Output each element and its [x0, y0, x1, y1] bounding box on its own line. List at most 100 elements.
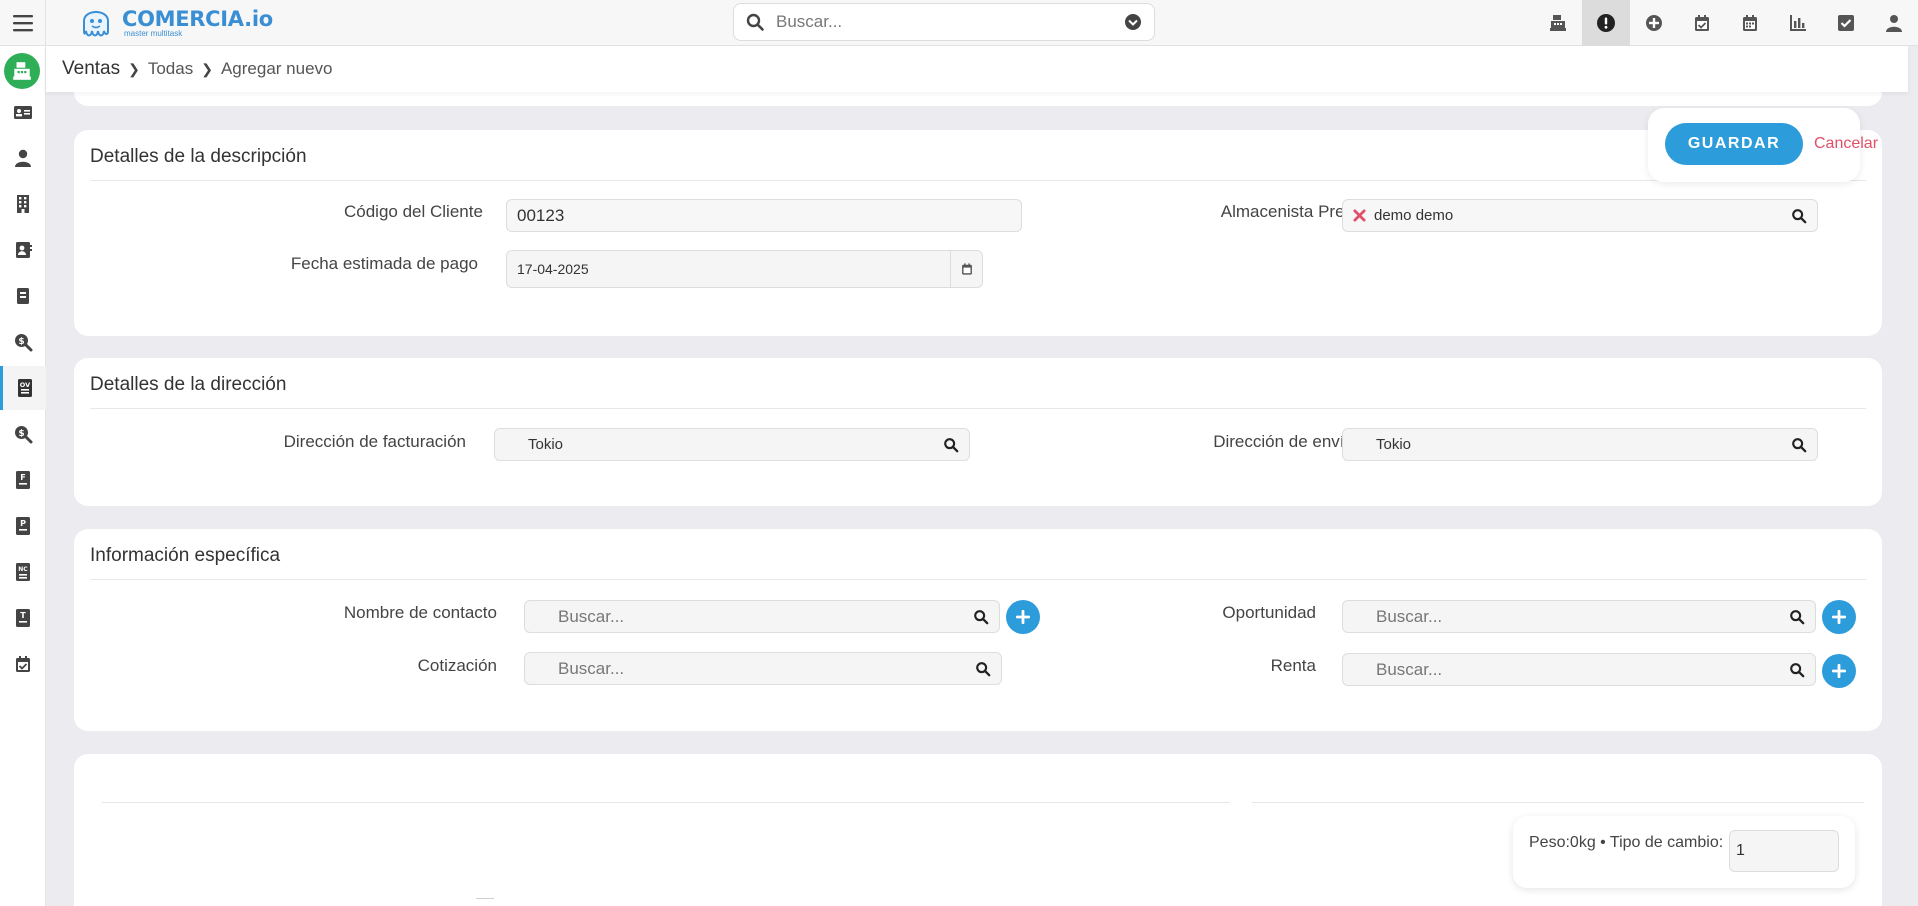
sidebar-item-users[interactable]: [0, 136, 46, 180]
shipping-address-input[interactable]: [1343, 429, 1791, 460]
breadcrumb: Ventas ❯ Todas ❯ Agregar nuevo: [46, 46, 1908, 92]
divider: [476, 898, 494, 899]
credit-note-icon: NC: [16, 563, 30, 581]
description-card: Detalles de la descripción Código del Cl…: [74, 130, 1882, 336]
add-contact-button[interactable]: [1006, 600, 1040, 634]
opportunity-input[interactable]: [1343, 601, 1789, 632]
breadcrumb-module[interactable]: Ventas: [62, 58, 120, 80]
sidebar-item-proformas[interactable]: P: [0, 504, 46, 548]
tasks-calendar-button[interactable]: [1678, 0, 1726, 46]
billing-address-input[interactable]: [495, 429, 943, 460]
bar-chart-icon: [1790, 15, 1806, 31]
search-dollar-icon: $: [15, 334, 33, 352]
user-icon: [1886, 15, 1902, 32]
search-icon[interactable]: [973, 609, 989, 625]
quote-field: [524, 652, 1002, 685]
search-icon[interactable]: [1791, 437, 1807, 453]
sidebar-item-sales-orders[interactable]: OV: [0, 366, 46, 410]
search-icon[interactable]: [943, 437, 959, 453]
app-logo[interactable]: COMERCIA.io master multitask: [76, 0, 273, 46]
save-button[interactable]: GUARDAR: [1665, 123, 1803, 165]
rent-input[interactable]: [1343, 654, 1789, 685]
chevron-down-circle-icon[interactable]: [1124, 13, 1142, 31]
menu-toggle-button[interactable]: [0, 0, 46, 46]
ticket-icon: T: [16, 609, 30, 627]
user-profile-button[interactable]: [1870, 0, 1918, 46]
client-code-field: [506, 199, 1022, 232]
quote-input[interactable]: [525, 653, 975, 684]
svg-text:NC: NC: [18, 566, 28, 573]
sidebar-item-credit-notes[interactable]: NC: [0, 550, 46, 594]
warehouse-input[interactable]: [1366, 200, 1791, 231]
svg-text:F: F: [20, 473, 25, 482]
module-badge[interactable]: [4, 53, 40, 89]
address-card: Detalles de la dirección Dirección de fa…: [74, 358, 1882, 506]
breadcrumb-item-all[interactable]: Todas: [148, 59, 193, 79]
rent-label: Renta: [1270, 656, 1316, 675]
close-icon[interactable]: [1353, 209, 1366, 222]
add-new-button[interactable]: [1630, 0, 1678, 46]
search-icon[interactable]: [1791, 208, 1807, 224]
svg-text:P: P: [20, 519, 26, 528]
sidebar-item-prospecting[interactable]: $: [0, 320, 46, 364]
id-card-icon: [14, 106, 32, 119]
specific-info-title: Información específica: [90, 545, 281, 566]
totals-panel: Peso:0kg • Tipo de cambio:: [1513, 816, 1855, 888]
search-icon[interactable]: [1789, 662, 1805, 678]
contact-name-input[interactable]: [525, 601, 973, 632]
sidebar-item-quotes[interactable]: $: [0, 412, 46, 456]
calendar-check-icon: [16, 656, 30, 672]
tasks-button[interactable]: [1822, 0, 1870, 46]
divider: [90, 408, 1866, 409]
divider: [1252, 802, 1864, 803]
plus-icon: [1832, 664, 1846, 678]
plus-icon: [1016, 610, 1030, 624]
opportunity-label: Oportunidad: [1222, 603, 1316, 622]
search-dollar-icon: $: [15, 426, 33, 444]
sidebar-item-contacts-card[interactable]: [0, 90, 46, 134]
calendar-button[interactable]: [1726, 0, 1774, 46]
checkbox-icon: [1838, 15, 1854, 31]
search-icon[interactable]: [1789, 609, 1805, 625]
module-sidebar: $ OV $ F P NC T: [0, 46, 46, 906]
global-search-input[interactable]: [776, 12, 1124, 32]
sidebar-item-companies[interactable]: [0, 182, 46, 226]
payment-date-field: [506, 250, 983, 288]
exchange-rate-input[interactable]: [1729, 830, 1839, 872]
cancel-link[interactable]: Cancelar: [1814, 135, 1878, 153]
shipping-address-label: Dirección de envío: [1213, 432, 1354, 451]
sidebar-item-tickets[interactable]: T: [0, 596, 46, 640]
shipping-address-field: [1342, 428, 1818, 461]
warehouse-field: [1342, 199, 1818, 232]
sidebar-item-catalog[interactable]: [0, 274, 46, 318]
add-rent-button[interactable]: [1822, 654, 1856, 688]
date-picker-button[interactable]: [950, 251, 982, 287]
plus-circle-icon: [1646, 15, 1662, 31]
payment-date-input[interactable]: [507, 251, 950, 287]
sidebar-item-activities[interactable]: [0, 642, 46, 686]
global-search: [733, 3, 1155, 41]
hamburger-icon: [12, 15, 33, 32]
proforma-icon: P: [16, 517, 30, 535]
svg-text:T: T: [20, 611, 26, 620]
top-icons: [1534, 0, 1918, 46]
plus-icon: [1832, 610, 1846, 624]
sidebar-item-invoices[interactable]: F: [0, 458, 46, 502]
warehouse-label: Almacenista Pref.: [1220, 202, 1354, 221]
client-code-input[interactable]: [507, 200, 1021, 231]
address-title: Detalles de la dirección: [90, 374, 287, 395]
calendar-check-icon: [1695, 15, 1709, 31]
search-icon[interactable]: [975, 661, 991, 677]
svg-text:$: $: [18, 429, 24, 439]
reports-button[interactable]: [1774, 0, 1822, 46]
cash-register-icon: [1550, 15, 1566, 31]
divider: [102, 802, 1230, 803]
alerts-button[interactable]: [1582, 0, 1630, 46]
cash-register-button[interactable]: [1534, 0, 1582, 46]
add-opportunity-button[interactable]: [1822, 600, 1856, 634]
sidebar-item-contacts[interactable]: [0, 228, 46, 272]
rent-field: [1342, 653, 1816, 686]
divider: [90, 579, 1866, 580]
invoice-icon: F: [16, 471, 30, 489]
contact-name-field: [524, 600, 1000, 633]
